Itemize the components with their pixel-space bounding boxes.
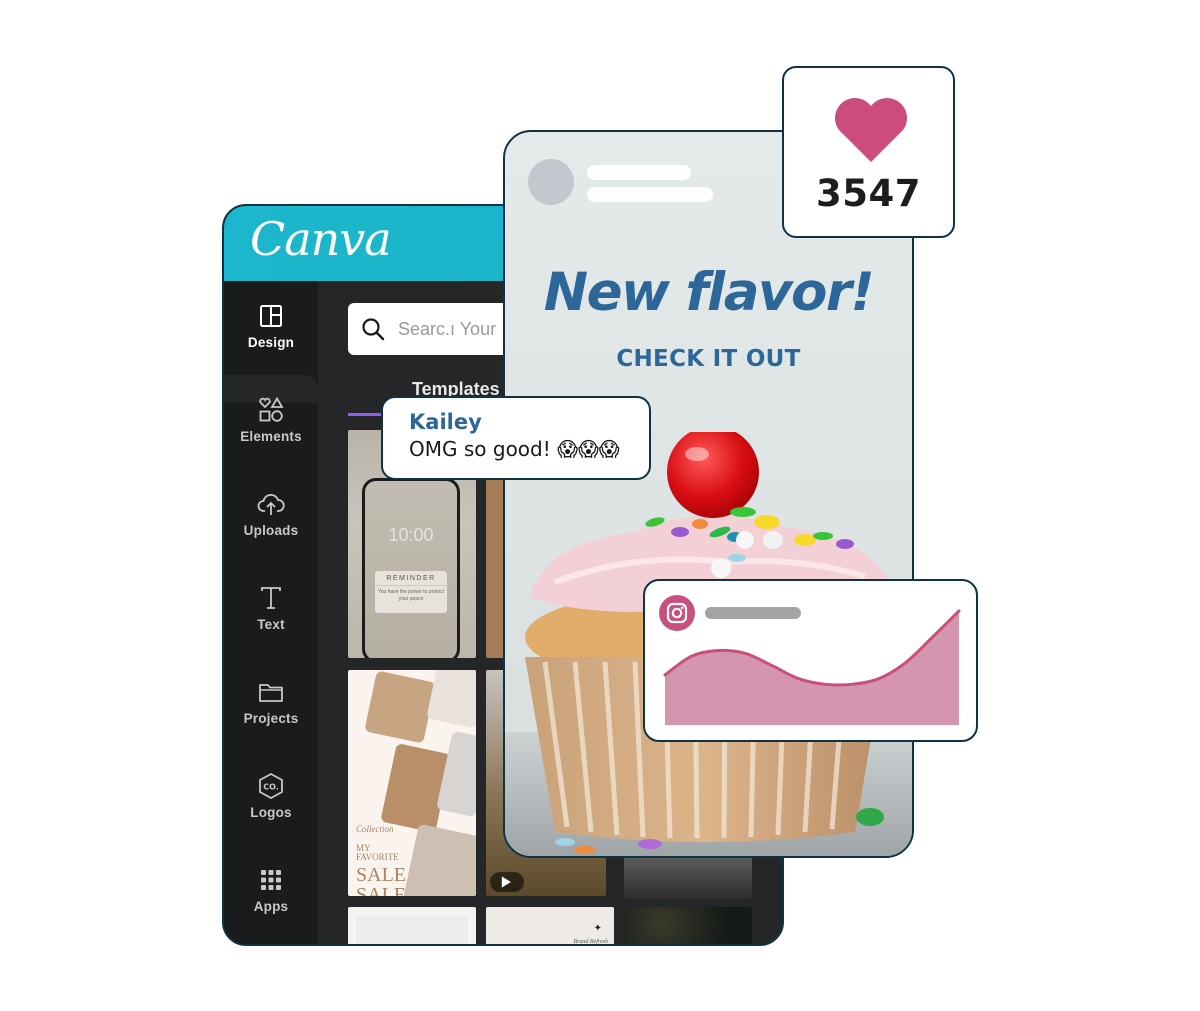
cloud-upload-icon (257, 493, 285, 515)
folder-icon (259, 684, 283, 702)
shapes-icon (259, 396, 284, 422)
sidebar-item-elements[interactable]: Elements (224, 395, 318, 485)
svg-text:CO.: CO. (263, 783, 279, 792)
instagram-insights-card (643, 579, 978, 742)
sidebar-item-apps[interactable]: Apps (224, 865, 318, 944)
likes-count: 3547 (816, 172, 921, 215)
play-icon (501, 876, 511, 888)
likes-card: 3547 (782, 66, 955, 238)
photo-tile (402, 823, 476, 896)
sale-script: Collection (356, 824, 394, 834)
search-icon (362, 318, 385, 341)
sidebar-item-text[interactable]: Text (224, 583, 318, 673)
sidebar-item-label: Design (247, 335, 295, 350)
sidebar-item-uploads[interactable]: Uploads (224, 489, 318, 579)
avatar-placeholder (528, 159, 574, 205)
sidebar-item-label: Projects (243, 711, 299, 726)
logo-hexagon-icon: CO. (259, 772, 283, 800)
template-thumbnail-fashion-sale[interactable]: Collection MY FAVORITE SALE SALE (348, 670, 476, 896)
heart-icon[interactable] (833, 96, 909, 164)
engagement-chart (663, 609, 961, 725)
sidebar-item-label: Logos (250, 805, 292, 820)
mockup-time: 10:00 (388, 525, 434, 545)
text-icon (261, 587, 281, 609)
post-headline: New flavor! (543, 262, 875, 323)
search-placeholder: Searc.ı Your (398, 318, 497, 339)
play-button[interactable] (490, 872, 524, 892)
sale-text: Collection MY FAVORITE SALE SALE (356, 824, 406, 897)
grid-icon (261, 870, 281, 890)
comment-text: OMG so good! 😱😱😱 (409, 437, 620, 461)
blank-canvas (356, 915, 468, 944)
sale-line: FAVORITE (356, 852, 399, 862)
sidebar-item-projects[interactable]: Projects (224, 677, 318, 767)
canva-logo[interactable]: Canva (250, 212, 392, 266)
sidebar-item-label: Elements (240, 429, 302, 444)
reminder-title: REMINDER (375, 571, 447, 586)
photo-tile (364, 670, 436, 744)
phone-mockup: 10:00 REMINDER You have the power to pro… (362, 478, 460, 658)
post-subline: CHECK IT OUT (616, 346, 801, 372)
comment-author[interactable]: Kailey (409, 410, 649, 434)
plus-icon: ✦ (593, 923, 602, 934)
engagement-area (665, 611, 959, 725)
template-thumbnail-bokeh[interactable] (624, 907, 752, 944)
username-placeholder (587, 165, 691, 180)
photo-tile (426, 670, 476, 729)
template-thumbnail-blank[interactable] (348, 907, 476, 944)
template-thumbnail-brand[interactable]: ✦ Brand Refresh (486, 907, 614, 945)
brand-caption: Brand Refresh (573, 939, 608, 945)
sidebar-item-label: Uploads (243, 523, 299, 538)
reminder-text: You have the power to protect your peace (377, 589, 445, 602)
social-post-preview: New flavor! CHECK IT OUT (503, 130, 914, 858)
sidebar: Design Elements Uploads Text Projects CO… (224, 281, 318, 944)
comment-bubble: Kailey OMG so good! 😱😱😱 (381, 396, 651, 480)
sidebar-item-label: Apps (253, 899, 289, 914)
caption-placeholder (587, 187, 713, 202)
reminder-card: REMINDER You have the power to protect y… (375, 571, 447, 613)
sale-big: SALE (356, 864, 406, 886)
sale-big: SALE (356, 884, 406, 896)
sidebar-item-label: Text (257, 617, 285, 632)
sidebar-item-logos[interactable]: CO. Logos (224, 771, 318, 861)
layout-icon (260, 305, 282, 327)
sidebar-item-design[interactable]: Design (224, 301, 318, 391)
